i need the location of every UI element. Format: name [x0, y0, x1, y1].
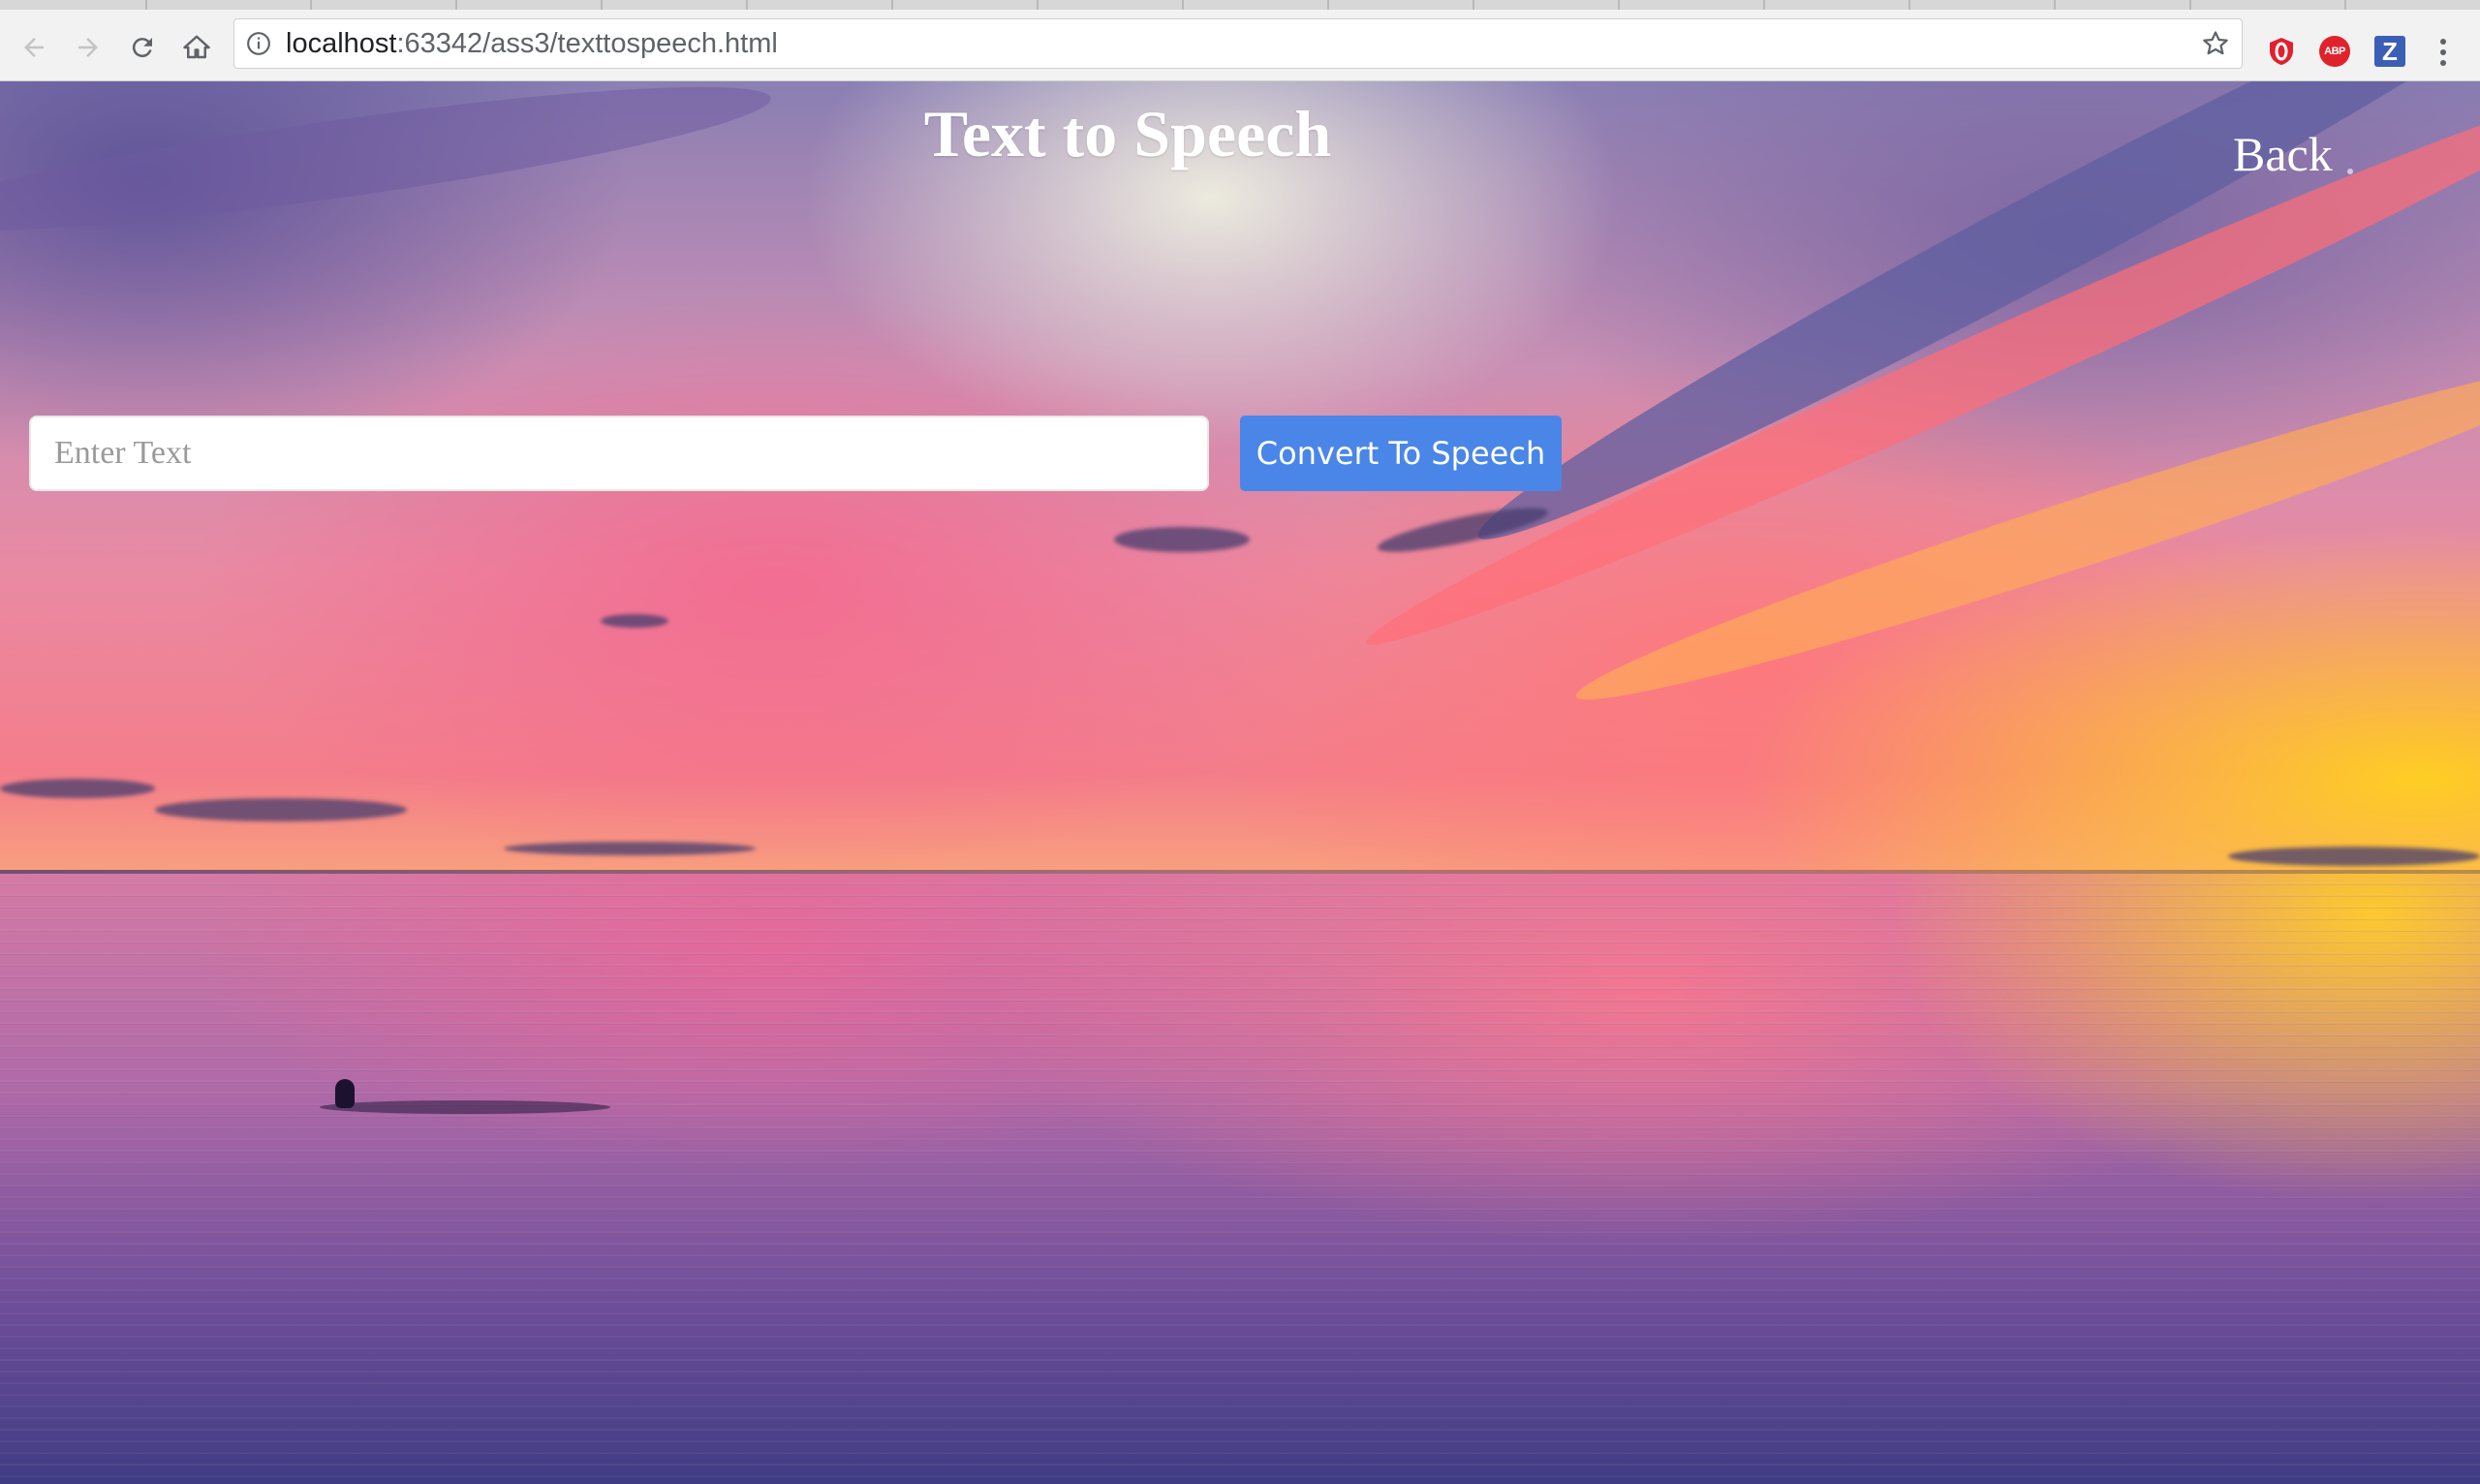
back-link[interactable]: Back — [2233, 130, 2333, 178]
text-input[interactable] — [29, 416, 1209, 491]
address-bar[interactable]: localhost:63342/ass3/texttospeech.html — [233, 18, 2243, 69]
page-viewport: Text to Speech Back Convert To Speech — [0, 81, 2480, 1484]
zotero-icon[interactable]: Z — [2374, 36, 2405, 67]
forward-arrow-icon[interactable] — [72, 31, 105, 64]
url-text[interactable]: localhost:63342/ass3/texttospeech.html — [286, 19, 778, 68]
url-path: :63342/ass3/texttospeech.html — [396, 28, 778, 59]
swimmer-figure — [335, 1079, 355, 1108]
adblock-plus-label: ABP — [2324, 46, 2345, 57]
adblock-plus-icon[interactable]: ABP — [2319, 36, 2350, 67]
zotero-label: Z — [2382, 36, 2398, 66]
cloud — [2228, 847, 2480, 866]
star-icon[interactable] — [2201, 29, 2230, 58]
opera-vpn-icon[interactable] — [2266, 36, 2297, 67]
home-icon[interactable] — [180, 31, 213, 64]
swimmer-wake — [320, 1100, 610, 1114]
cloud — [504, 842, 756, 855]
info-icon[interactable] — [246, 31, 271, 56]
page-title: Text to Speech — [923, 97, 1332, 170]
back-link-dot — [2347, 169, 2353, 174]
browser-toolbar: localhost:63342/ass3/texttospeech.html A… — [0, 10, 2480, 81]
cloud — [601, 614, 668, 628]
convert-to-speech-button[interactable]: Convert To Speech — [1240, 416, 1562, 491]
back-arrow-icon[interactable] — [17, 31, 50, 64]
water-ripples — [0, 874, 2480, 1484]
url-host: localhost — [286, 28, 397, 59]
cloud — [1114, 527, 1250, 552]
cloud — [0, 779, 155, 798]
cloud — [155, 798, 407, 821]
reload-icon[interactable] — [126, 31, 159, 64]
more-vert-icon[interactable] — [2435, 36, 2451, 69]
